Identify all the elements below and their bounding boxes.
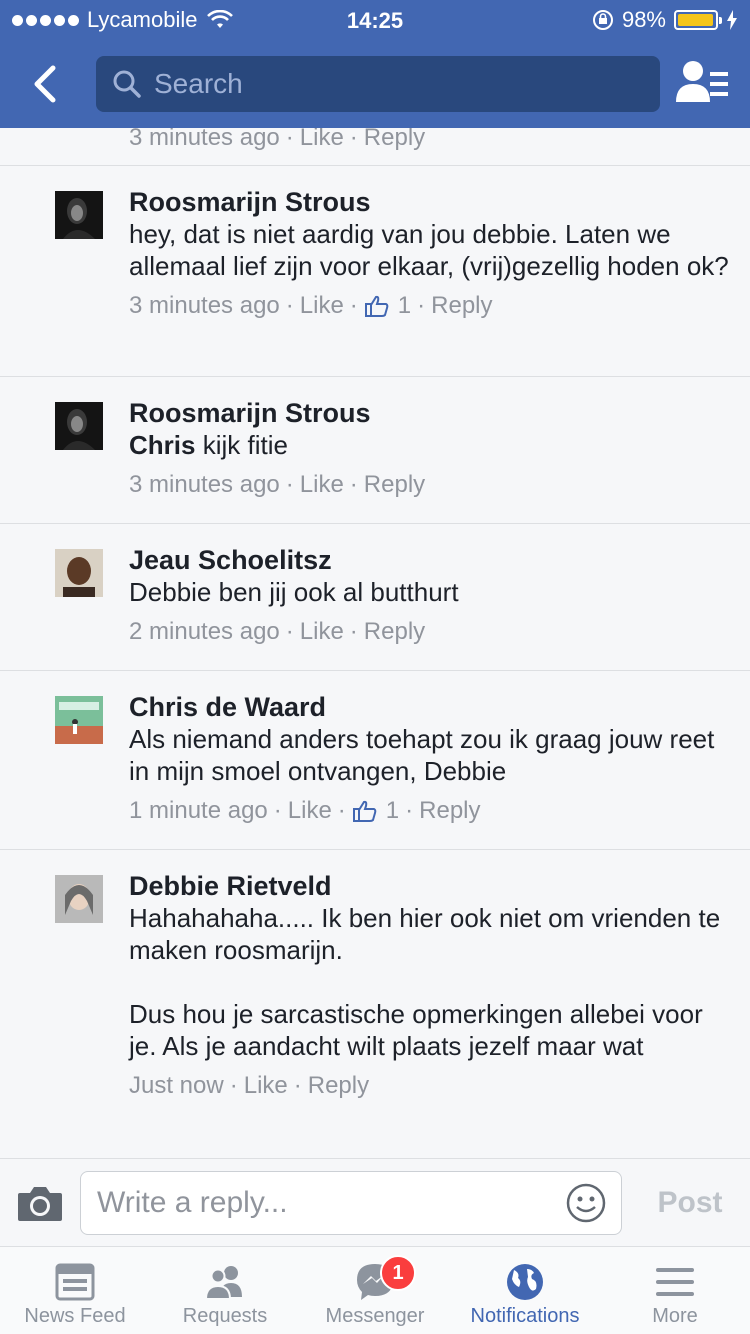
tab-bar: News Feed Requests Messenger 1 Notificat… bbox=[0, 1246, 750, 1334]
thumbs-up-icon bbox=[364, 295, 389, 317]
comment-time: 2 minutes ago bbox=[129, 618, 280, 645]
partial-comment: 3 minutes ago · Like · Reply bbox=[0, 128, 750, 166]
battery-icon bbox=[674, 10, 722, 30]
comment-time: 3 minutes ago bbox=[129, 292, 280, 319]
comment-meta: 1 minute ago · Like · 1 · Reply bbox=[129, 795, 730, 827]
tab-label: Requests bbox=[182, 1305, 268, 1327]
like-count: 1 bbox=[385, 797, 400, 824]
back-button[interactable] bbox=[16, 56, 72, 112]
avatar[interactable] bbox=[55, 402, 103, 450]
reply-input[interactable] bbox=[97, 1186, 557, 1220]
status-time: 14:25 bbox=[346, 8, 404, 33]
comment-meta: Just now · Like · Reply bbox=[129, 1070, 730, 1102]
reply-link[interactable]: Reply bbox=[364, 128, 425, 154]
reply-link[interactable]: Reply bbox=[364, 469, 425, 501]
comment-meta: 2 minutes ago · Like · Reply bbox=[129, 616, 730, 648]
thumbs-up-icon bbox=[352, 800, 377, 822]
tab-label: News Feed bbox=[24, 1305, 126, 1327]
reply-link[interactable]: Reply bbox=[308, 1070, 369, 1102]
comment-item: Debbie Rietveld Hahahahaha..... Ik ben h… bbox=[0, 850, 750, 1156]
comment-text: Hahahahaha..... Ik ben hier ook niet om … bbox=[129, 903, 721, 1061]
tab-notifications[interactable]: Notifications bbox=[450, 1247, 600, 1334]
commenter-name[interactable]: Chris de Waard bbox=[129, 691, 730, 723]
like-count: 1 bbox=[397, 292, 412, 319]
avatar[interactable] bbox=[55, 875, 103, 923]
comment-time: 3 minutes ago bbox=[129, 128, 280, 151]
search-box[interactable] bbox=[96, 56, 660, 112]
chevron-left-icon bbox=[34, 65, 56, 103]
post-button[interactable]: Post bbox=[640, 1181, 740, 1225]
comment-time: 3 minutes ago bbox=[129, 471, 280, 498]
reply-link[interactable]: Reply bbox=[431, 290, 492, 322]
friends-list-icon[interactable] bbox=[676, 58, 730, 108]
globe-icon bbox=[507, 1264, 543, 1300]
like-link[interactable]: Like bbox=[300, 290, 344, 322]
comment-text-body: kijk fitie bbox=[195, 430, 288, 460]
tab-label: Messenger bbox=[325, 1305, 425, 1327]
reply-link[interactable]: Reply bbox=[419, 795, 480, 827]
tab-requests[interactable]: Requests bbox=[150, 1247, 300, 1334]
like-link[interactable]: Like bbox=[300, 128, 344, 154]
avatar[interactable] bbox=[55, 549, 103, 597]
comment-item: Roosmarijn Strous Chris kijk fitie 3 min… bbox=[0, 377, 750, 524]
search-icon bbox=[113, 70, 141, 98]
comment-thread: 3 minutes ago · Like · Reply Roosmarijn St… bbox=[0, 128, 750, 1158]
avatar[interactable] bbox=[55, 696, 103, 744]
like-link[interactable]: Like bbox=[288, 795, 332, 827]
comment-text: hey, dat is niet aardig van jou debbie. … bbox=[129, 219, 729, 281]
tab-news-feed[interactable]: News Feed bbox=[0, 1247, 150, 1334]
comment-item: Chris de Waard Als niemand anders toehap… bbox=[0, 671, 750, 850]
reply-field[interactable] bbox=[80, 1171, 622, 1235]
camera-icon[interactable] bbox=[16, 1183, 64, 1223]
tab-label: More bbox=[652, 1305, 698, 1327]
menu-icon bbox=[656, 1268, 694, 1296]
battery-fill bbox=[678, 14, 714, 26]
like-link[interactable]: Like bbox=[300, 469, 344, 501]
top-bar: Lycamobile 14:25 98% bbox=[0, 0, 750, 128]
commenter-name[interactable]: Debbie Rietveld bbox=[129, 870, 730, 902]
notification-badge: 1 bbox=[380, 1255, 416, 1291]
comment-item: Jeau Schoelitsz Debbie ben jij ook al bu… bbox=[0, 524, 750, 671]
commenter-name[interactable]: Roosmarijn Strous bbox=[129, 186, 730, 218]
like-link[interactable]: Like bbox=[244, 1070, 288, 1102]
comment-meta: 3 minutes ago · Like · Reply bbox=[129, 128, 425, 154]
tab-more[interactable]: More bbox=[600, 1247, 750, 1334]
commenter-name[interactable]: Jeau Schoelitsz bbox=[129, 544, 730, 576]
search-input[interactable] bbox=[154, 68, 634, 100]
comment-item: Roosmarijn Strous hey, dat is niet aardi… bbox=[0, 166, 750, 377]
reply-link[interactable]: Reply bbox=[364, 616, 425, 648]
nav-bar bbox=[0, 40, 750, 128]
tab-messenger[interactable]: Messenger 1 bbox=[300, 1247, 450, 1334]
tab-label: Notifications bbox=[470, 1305, 580, 1327]
news-feed-icon bbox=[55, 1263, 95, 1301]
comment-meta: 3 minutes ago · Like · Reply bbox=[129, 469, 730, 501]
comment-text: Debbie ben jij ook al butthurt bbox=[129, 577, 459, 607]
comment-meta: 3 minutes ago · Like · 1 · Reply bbox=[129, 290, 730, 322]
avatar[interactable] bbox=[55, 191, 103, 239]
commenter-name[interactable]: Roosmarijn Strous bbox=[129, 397, 730, 429]
tagged-user[interactable]: Chris bbox=[129, 430, 195, 460]
emoji-icon[interactable] bbox=[565, 1182, 607, 1224]
reply-composer: Post bbox=[0, 1158, 750, 1246]
like-link[interactable]: Like bbox=[300, 616, 344, 648]
requests-icon bbox=[204, 1266, 242, 1300]
comment-time: 1 minute ago bbox=[129, 797, 268, 824]
comment-text: Chris kijk fitie bbox=[129, 429, 730, 461]
status-bar: Lycamobile 14:25 98% bbox=[0, 0, 750, 40]
comment-text: Als niemand anders toehapt zou ik graag … bbox=[129, 724, 722, 786]
comment-time: Just now bbox=[129, 1072, 224, 1099]
